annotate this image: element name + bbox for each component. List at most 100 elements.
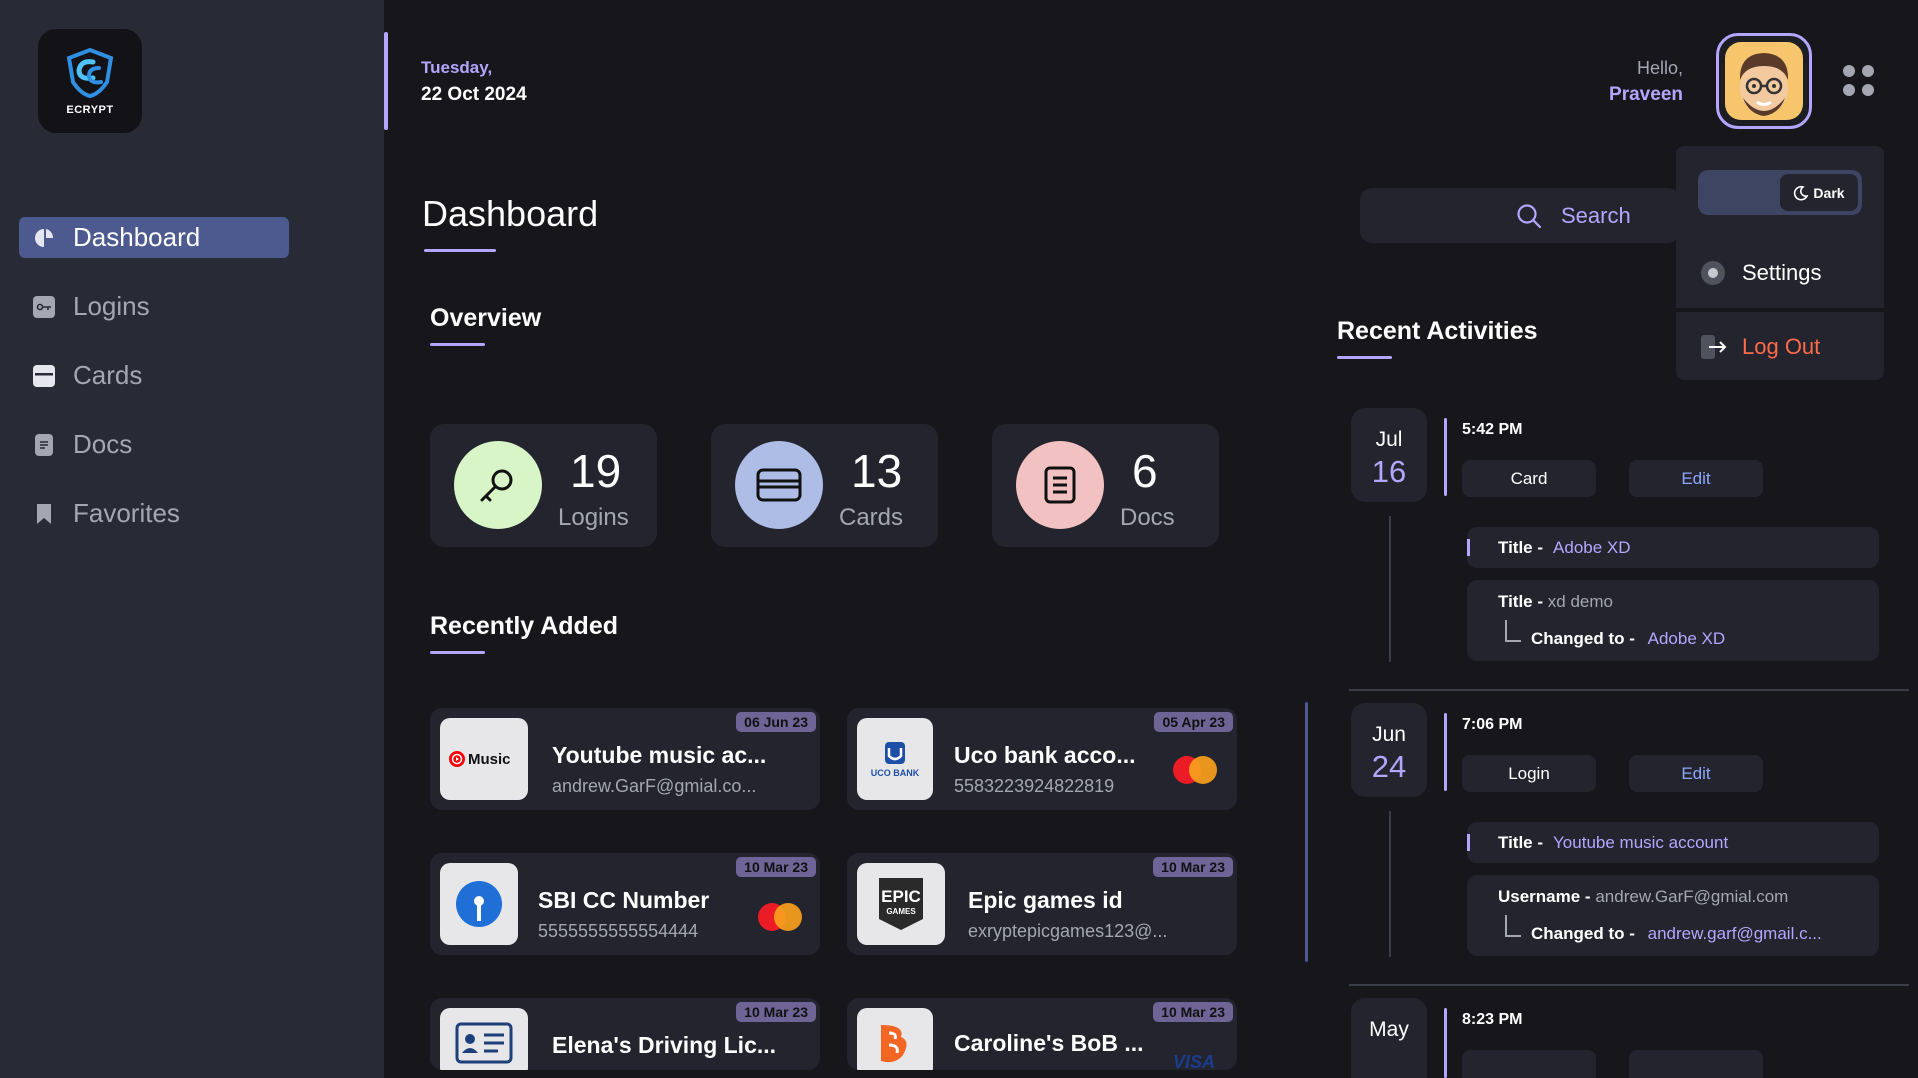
user-name: Praveen xyxy=(1609,84,1683,105)
list-item[interactable]: Caroline's BoB ... 10 Mar 23 VISA xyxy=(847,998,1237,1070)
sbi-icon xyxy=(440,863,518,945)
list-item[interactable]: Elena's Driving Lic... 10 Mar 23 xyxy=(430,998,820,1070)
sidebar-item-logins[interactable]: Logins xyxy=(19,286,289,327)
date-full: 22 Oct 2024 xyxy=(421,84,527,105)
avatar[interactable] xyxy=(1716,33,1812,129)
youtube-music-icon: Music xyxy=(440,718,528,800)
theme-toggle-knob: Dark xyxy=(1780,174,1858,211)
activity-date: Jun 24 xyxy=(1351,703,1427,797)
activity-changed-label: Changed to - xyxy=(1531,629,1635,648)
settings-menu-item[interactable]: Settings xyxy=(1698,258,1822,288)
sidebar-item-label: Dashboard xyxy=(73,222,201,252)
theme-label: Dark xyxy=(1813,184,1845,201)
search-label: Search xyxy=(1561,202,1631,228)
activity-changed-value: andrew.garf@gmail.c... xyxy=(1647,924,1822,943)
key-icon xyxy=(33,295,55,318)
stat-logins-circle xyxy=(454,441,542,529)
user-dropdown-menu: Dark Settings Log Out xyxy=(1676,146,1884,380)
item-title: Elena's Driving Lic... xyxy=(552,1032,777,1058)
app-logo[interactable]: ECRYPT xyxy=(38,29,142,133)
stat-cards-value: 13 xyxy=(851,445,903,497)
item-subtitle: 5555555555554444 xyxy=(538,921,699,941)
scrollbar[interactable] xyxy=(1305,702,1308,962)
svg-text:EPIC: EPIC xyxy=(881,887,921,906)
item-date: 10 Mar 23 xyxy=(736,1002,816,1022)
theme-toggle[interactable]: Dark xyxy=(1698,170,1862,215)
activity-field-label: Title - xyxy=(1498,592,1544,611)
mastercard-icon xyxy=(758,903,802,931)
activity-field-old: xd demo xyxy=(1547,592,1613,611)
item-date: 05 Apr 23 xyxy=(1154,712,1233,732)
svg-text:UCO BANK: UCO BANK xyxy=(871,768,920,778)
activity-title-label: Title - xyxy=(1498,537,1544,557)
greeting: Hello, xyxy=(1636,58,1683,78)
activity-type-badge[interactable]: Card xyxy=(1462,460,1596,497)
sidebar-item-dashboard[interactable]: Dashboard xyxy=(19,217,289,258)
activity-edit-button[interactable]: Edit xyxy=(1629,460,1763,497)
uco-bank-icon: UCO BANK xyxy=(857,718,933,800)
logout-menu-item[interactable]: Log Out xyxy=(1698,332,1820,362)
card-icon xyxy=(33,364,55,387)
bookmark-icon xyxy=(33,503,55,525)
activity-thread-line xyxy=(1389,811,1391,957)
date-accent-bar xyxy=(384,32,388,130)
svg-text:Music: Music xyxy=(468,751,511,768)
key-icon xyxy=(480,469,513,502)
activity-edit-button[interactable]: Edit xyxy=(1629,755,1763,792)
stat-cards-label: Cards xyxy=(839,504,904,531)
recent-activities-title: Recent Activities xyxy=(1337,317,1538,345)
activity-type-badge[interactable] xyxy=(1462,1050,1596,1078)
page-title: Dashboard xyxy=(422,193,599,234)
activity-change-row: Title - xd demo Changed to - Adobe XD xyxy=(1467,580,1879,661)
activity-accent-line xyxy=(1444,418,1447,496)
stat-docs[interactable]: 6 Docs xyxy=(992,424,1219,547)
activity-title-label: Title - xyxy=(1498,832,1544,852)
stat-docs-value: 6 xyxy=(1132,445,1158,497)
activity-edit-button[interactable] xyxy=(1629,1050,1763,1078)
menu-divider xyxy=(1676,308,1884,312)
gear-icon xyxy=(1701,261,1725,285)
list-item[interactable]: EPIC GAMES Epic games id exryptepicgames… xyxy=(847,853,1237,955)
activity-type-badge[interactable]: Login xyxy=(1462,755,1596,792)
bank-of-baroda-icon xyxy=(857,1008,933,1070)
doc-icon xyxy=(35,433,53,456)
list-item[interactable]: UCO BANK Uco bank acco... 55832239248228… xyxy=(847,708,1237,810)
stat-cards[interactable]: 13 Cards xyxy=(711,424,938,547)
sidebar-item-label: Logins xyxy=(73,291,150,321)
stat-logins[interactable]: 19 Logins xyxy=(430,424,657,547)
list-item[interactable]: Music Youtube music ac... andrew.GarF@gm… xyxy=(430,708,820,810)
activity-title-value: Adobe XD xyxy=(1553,537,1631,557)
avatar-image xyxy=(1725,42,1803,120)
activity-field-old: andrew.GarF@gmial.com xyxy=(1595,887,1789,906)
sidebar-item-docs[interactable]: Docs xyxy=(19,424,289,465)
sidebar-item-favorites[interactable]: Favorites xyxy=(19,493,289,534)
sidebar-nav: Dashboard Logins Cards Docs Favorites xyxy=(19,217,289,562)
search-bar[interactable]: Search xyxy=(1360,188,1680,243)
activity-time: 5:42 PM xyxy=(1462,421,1523,438)
activity-changed-label: Changed to - xyxy=(1531,924,1635,943)
logout-icon xyxy=(1701,335,1727,359)
search-icon xyxy=(1517,203,1542,228)
doc-icon xyxy=(1044,466,1076,504)
item-date: 06 Jun 23 xyxy=(736,712,816,732)
stat-logins-value: 19 xyxy=(570,445,622,497)
activity-day: 24 xyxy=(1371,749,1407,784)
activity-title-row: Title - Adobe XD xyxy=(1467,527,1879,568)
sidebar-item-label: Favorites xyxy=(73,498,180,528)
activity-branch-line xyxy=(1505,620,1521,642)
sidebar-item-cards[interactable]: Cards xyxy=(19,355,289,396)
epic-games-icon: EPIC GAMES xyxy=(857,863,945,945)
activity-date: Jul 16 xyxy=(1351,408,1427,502)
activity-separator xyxy=(1349,689,1909,691)
activity-changed-value: Adobe XD xyxy=(1647,629,1726,648)
id-card-icon xyxy=(440,1008,528,1070)
menu-dots-icon[interactable] xyxy=(1843,65,1875,97)
moon-icon xyxy=(1794,185,1809,200)
recently-added-title: Recently Added xyxy=(430,612,619,640)
item-title: Uco bank acco... xyxy=(954,742,1136,768)
activity-month: Jun xyxy=(1372,723,1406,746)
activity-branch-line xyxy=(1505,915,1521,937)
list-item[interactable]: SBI CC Number 5555555555554444 10 Mar 23 xyxy=(430,853,820,955)
sidebar-item-label: Docs xyxy=(73,429,133,459)
activity-time: 8:23 PM xyxy=(1462,1011,1523,1028)
